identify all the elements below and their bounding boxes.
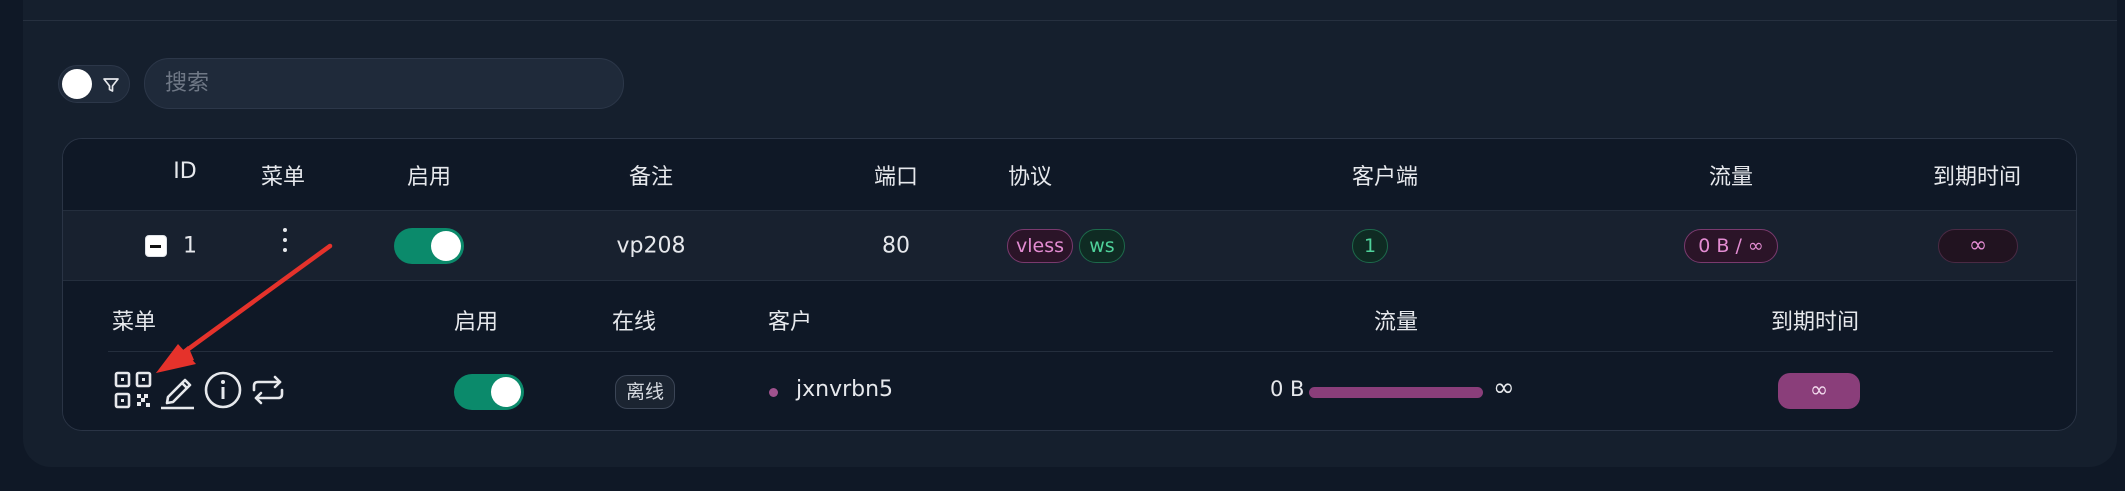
- client-traffic-progress: [1309, 387, 1483, 398]
- client-expiry-pill: ∞: [1778, 373, 1860, 409]
- search-input[interactable]: [144, 58, 624, 109]
- table-row: 1 vp208 80 vless ws 1 0 B / ∞ ∞: [63, 211, 2076, 281]
- client-subtable: 菜单 启用 在线 客户 流量 到期时间 离线 jxnvrbn5 0 B ∞ ∞: [63, 282, 2076, 430]
- client-header-enable: 启用: [454, 310, 499, 335]
- client-email: jxnvrbn5: [796, 377, 894, 402]
- client-header-expiry: 到期时间: [1771, 310, 1860, 335]
- header-port: 端口: [873, 165, 919, 190]
- row-id: 1: [183, 233, 197, 259]
- client-traffic-limit: ∞: [1493, 373, 1515, 403]
- reset-traffic-icon[interactable]: [248, 370, 288, 410]
- client-status-dot: [769, 388, 778, 397]
- row-port: 80: [882, 233, 910, 259]
- header-id: ID: [173, 159, 197, 184]
- info-icon[interactable]: [203, 370, 243, 410]
- qr-code-icon[interactable]: [113, 370, 153, 410]
- top-divider: [23, 20, 2117, 21]
- transport-tag: ws: [1079, 229, 1125, 263]
- header-protocol: 协议: [1007, 165, 1053, 190]
- inbound-enable-switch[interactable]: [394, 228, 464, 264]
- online-status-badge: 离线: [615, 375, 676, 409]
- header-enable: 启用: [406, 165, 452, 190]
- client-header-divider: [108, 351, 2053, 352]
- client-traffic-used: 0 B: [1270, 377, 1305, 401]
- header-traffic: 流量: [1708, 165, 1754, 190]
- traffic-tag: 0 B / ∞: [1684, 229, 1778, 263]
- header-clients: 客户端: [1351, 165, 1419, 190]
- header-expiry: 到期时间: [1932, 165, 2022, 190]
- filter-toggle-knob: [62, 69, 92, 99]
- filter-icon: [103, 78, 119, 92]
- inbounds-table: ID 菜单 启用 备注 端口 协议 客户端 流量 到期时间 1 vp208 80…: [62, 138, 2077, 431]
- collapse-row-button[interactable]: [145, 235, 167, 257]
- protocol-tag: vless: [1007, 229, 1073, 263]
- edit-icon[interactable]: [158, 370, 198, 410]
- expiry-tag: ∞: [1938, 229, 2018, 263]
- row-remark: vp208: [616, 233, 686, 259]
- client-header-client: 客户: [768, 310, 813, 335]
- header-menu: 菜单: [260, 165, 306, 190]
- filter-toggle[interactable]: [58, 65, 130, 103]
- client-header-traffic: 流量: [1374, 310, 1419, 335]
- row-menu-icon[interactable]: [282, 228, 288, 258]
- header-remark: 备注: [628, 165, 674, 190]
- client-header-menu: 菜单: [112, 310, 157, 335]
- client-header-online: 在线: [612, 310, 657, 335]
- client-count-badge[interactable]: 1: [1352, 229, 1388, 263]
- table-header: ID 菜单 启用 备注 端口 协议 客户端 流量 到期时间: [63, 139, 2076, 211]
- client-enable-switch[interactable]: [454, 374, 524, 410]
